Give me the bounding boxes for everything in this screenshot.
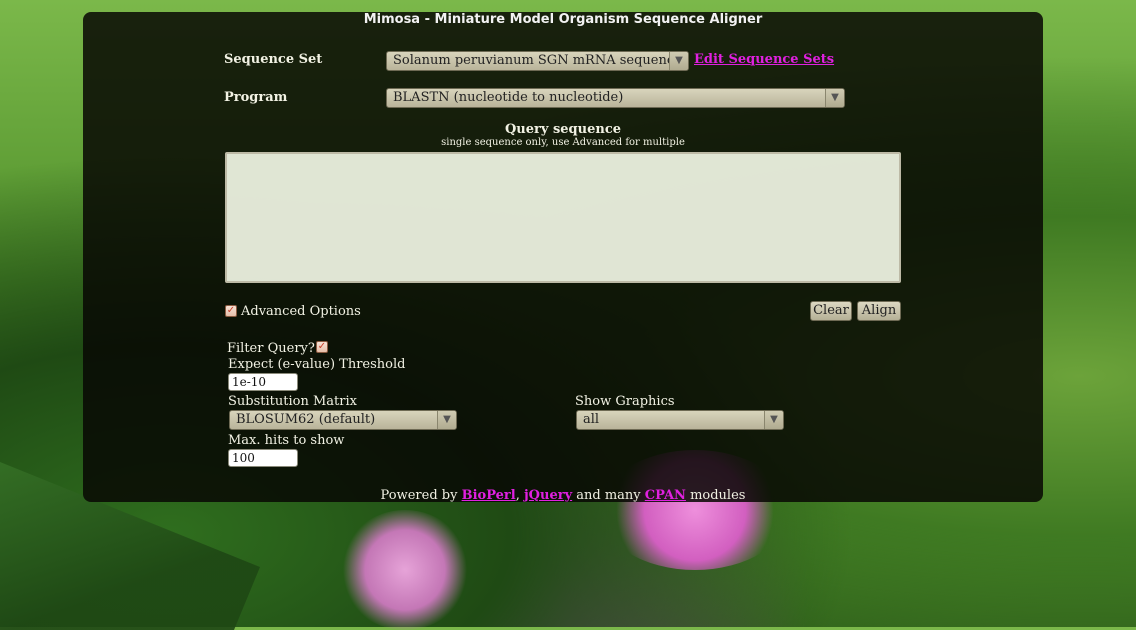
sequence-set-value: Solanum peruvianum SGN mRNA sequences xyxy=(393,53,689,68)
jquery-link[interactable]: jQuery xyxy=(524,488,572,503)
advanced-options-label: Advanced Options xyxy=(241,304,361,319)
footer-separator: , xyxy=(515,488,520,503)
background-flower-left xyxy=(340,510,470,630)
show-graphics-select[interactable]: all ▼ xyxy=(576,410,784,430)
footer-suffix: modules xyxy=(690,488,746,503)
show-graphics-value: all xyxy=(583,412,600,427)
footer: Powered by BioPerl, jQuery and many CPAN… xyxy=(83,488,1043,503)
edit-sequence-sets-link[interactable]: Edit Sequence Sets xyxy=(694,52,834,67)
page-title: Mimosa - Miniature Model Organism Sequen… xyxy=(363,12,763,27)
program-label: Program xyxy=(224,90,288,105)
substitution-matrix-select[interactable]: BLOSUM62 (default) ▼ xyxy=(229,410,457,430)
footer-prefix: Powered by xyxy=(380,488,458,503)
substitution-matrix-value: BLOSUM62 (default) xyxy=(236,412,376,427)
sequence-set-label: Sequence Set xyxy=(224,52,323,67)
align-button[interactable]: Align xyxy=(857,301,901,321)
chevron-down-icon: ▼ xyxy=(437,411,456,429)
max-hits-label: Max. hits to show xyxy=(228,433,345,448)
program-select[interactable]: BLASTN (nucleotide to nucleotide) ▼ xyxy=(386,88,845,108)
filter-query-label: Filter Query?: xyxy=(227,341,320,356)
bioperl-link[interactable]: BioPerl xyxy=(462,488,516,503)
query-sequence-textarea[interactable] xyxy=(225,152,901,283)
substitution-matrix-label: Substitution Matrix xyxy=(228,394,357,409)
query-subheading: single sequence only, use Advanced for m… xyxy=(441,137,685,148)
main-panel: Mimosa - Miniature Model Organism Sequen… xyxy=(83,12,1043,503)
program-value: BLASTN (nucleotide to nucleotide) xyxy=(393,90,624,105)
filter-query-checkbox[interactable]: ✓ xyxy=(316,341,328,353)
chevron-down-icon: ▼ xyxy=(825,89,844,107)
max-hits-input[interactable]: 100 xyxy=(228,449,298,467)
chevron-down-icon: ▼ xyxy=(764,411,783,429)
sequence-set-select[interactable]: Solanum peruvianum SGN mRNA sequences ▼ xyxy=(386,51,689,71)
advanced-options-checkbox[interactable]: ✓ xyxy=(225,305,237,317)
show-graphics-label: Show Graphics xyxy=(575,394,675,409)
clear-button[interactable]: Clear xyxy=(810,301,852,321)
cpan-link[interactable]: CPAN xyxy=(645,488,686,503)
chevron-down-icon: ▼ xyxy=(669,52,688,70)
query-heading: Query sequence xyxy=(504,122,622,137)
footer-middle: and many xyxy=(576,488,641,503)
expect-threshold-label: Expect (e-value) Threshold xyxy=(228,357,406,372)
expect-threshold-input[interactable]: 1e-10 xyxy=(228,373,298,391)
